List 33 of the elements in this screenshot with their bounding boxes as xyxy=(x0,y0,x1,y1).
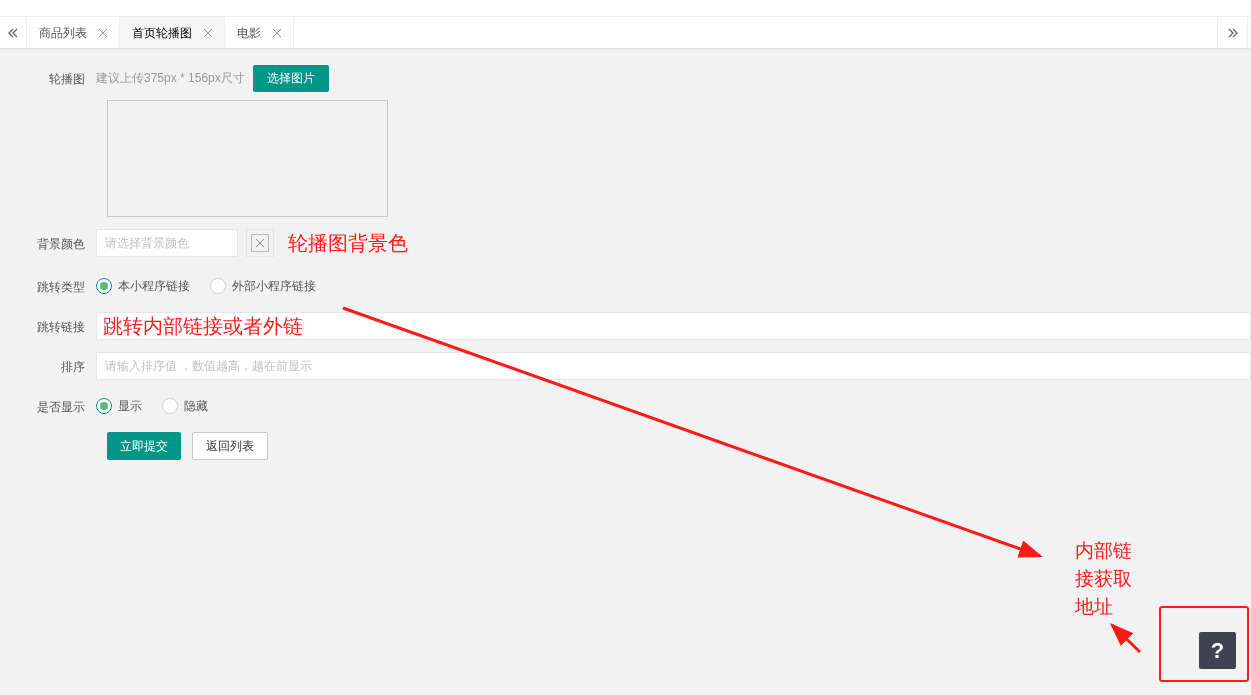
radio-icon[interactable] xyxy=(96,278,112,294)
radio-option[interactable]: 外部小程序链接 xyxy=(210,277,316,295)
help-button[interactable]: ? xyxy=(1199,632,1236,669)
radio-option[interactable]: 本小程序链接 xyxy=(96,277,190,295)
radio-option[interactable]: 显示 xyxy=(96,397,142,415)
radio-icon[interactable] xyxy=(96,398,112,414)
annotation-note: 内部链接获取地址 xyxy=(1075,539,1133,619)
radio-option[interactable]: 隐藏 xyxy=(162,397,208,415)
field-label: 跳转链接 xyxy=(37,320,85,334)
upload-hint: 建议上传375px * 156px尺寸 xyxy=(96,70,245,87)
field-label: 背景颜色 xyxy=(37,237,85,251)
field-label: 排序 xyxy=(61,360,85,374)
link-field[interactable]: 跳转内部链接或者外链 xyxy=(96,312,1251,340)
annotation-arrow xyxy=(1109,622,1142,654)
double-chevron-right-icon xyxy=(1226,26,1239,39)
field-label: 轮播图 xyxy=(49,72,85,86)
close-icon xyxy=(256,239,264,247)
tab[interactable]: 电影 xyxy=(225,17,294,48)
back-button[interactable]: 返回列表 xyxy=(192,432,268,460)
tab[interactable]: 商品列表 xyxy=(27,17,120,48)
field-label: 是否显示 xyxy=(37,400,85,414)
clear-color-button[interactable] xyxy=(246,229,274,257)
close-icon[interactable] xyxy=(273,28,281,37)
scroll-right-button[interactable] xyxy=(1217,17,1248,48)
choose-image-button[interactable]: 选择图片 xyxy=(252,64,329,92)
tab[interactable]: 首页轮播图 xyxy=(120,17,225,48)
close-icon[interactable] xyxy=(204,28,212,37)
field-label: 跳转类型 xyxy=(37,280,85,294)
submit-button[interactable]: 立即提交 xyxy=(107,432,181,460)
double-chevron-left-icon xyxy=(7,26,19,39)
color-field[interactable]: 请选择背景颜色 xyxy=(96,229,238,257)
close-icon[interactable] xyxy=(99,28,107,37)
annotation-note: 轮播图背景色 xyxy=(288,231,408,256)
